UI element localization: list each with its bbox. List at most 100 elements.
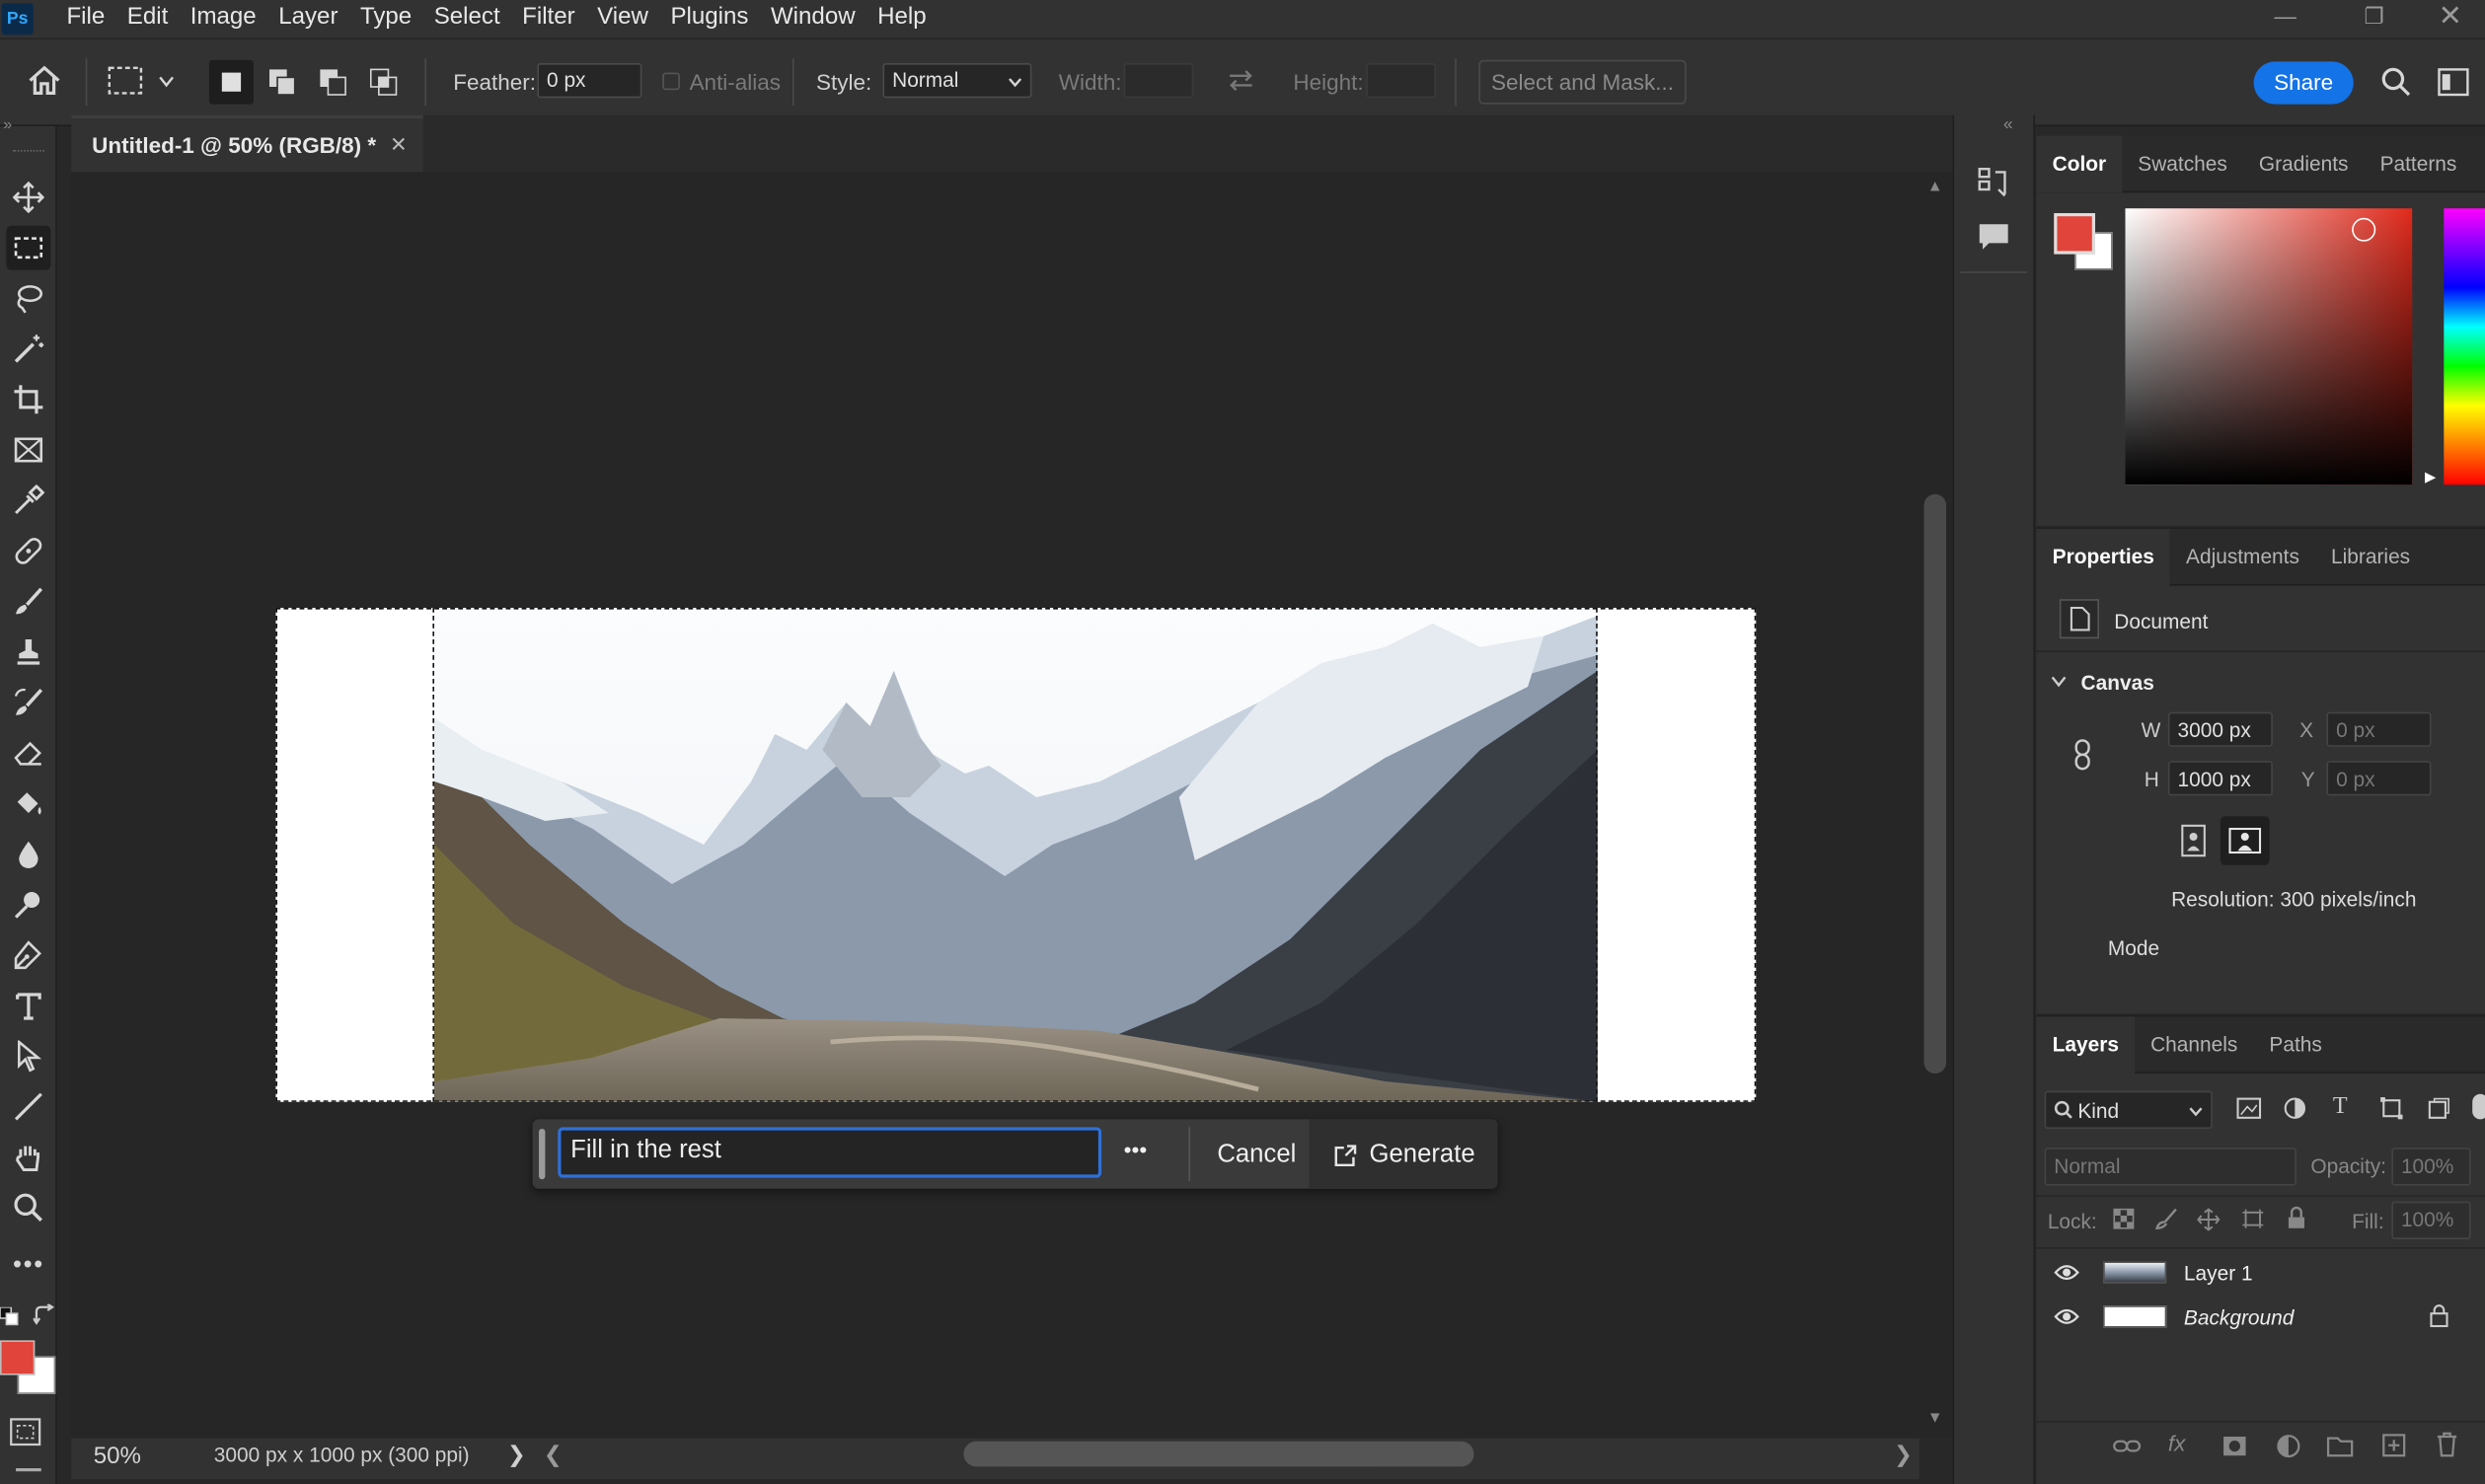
delete-layer-icon[interactable] <box>2436 1432 2457 1457</box>
layer-row[interactable]: Background <box>2037 1295 2485 1339</box>
link-layers-icon[interactable] <box>2113 1435 2142 1456</box>
cancel-button[interactable]: Cancel <box>1217 1142 1296 1170</box>
taskbar-grip[interactable] <box>539 1129 546 1180</box>
generative-fill-prompt-input[interactable]: Fill in the rest <box>558 1127 1102 1178</box>
toolbar-grip[interactable] <box>12 150 44 153</box>
document-info[interactable]: 3000 px x 1000 px (300 ppi) <box>214 1443 470 1466</box>
hand-tool[interactable] <box>6 1135 50 1179</box>
width-input[interactable] <box>1123 63 1194 99</box>
history-icon[interactable] <box>1977 166 2011 200</box>
frame-tool[interactable] <box>6 428 50 473</box>
subtract-from-selection-icon[interactable] <box>317 66 348 98</box>
lock-position-icon[interactable] <box>2197 1208 2221 1231</box>
eyedropper-tool[interactable] <box>6 479 50 523</box>
scroll-down-icon[interactable]: ▼ <box>1927 1410 1943 1428</box>
comments-icon[interactable] <box>1977 221 2011 256</box>
tab-swatches[interactable]: Swatches <box>2122 135 2243 192</box>
new-layer-icon[interactable] <box>2382 1434 2406 1457</box>
menu-help[interactable]: Help <box>866 0 938 37</box>
layer-row[interactable]: Layer 1 <box>2037 1250 2485 1295</box>
quick-mask-icon[interactable] <box>10 1418 41 1447</box>
menu-select[interactable]: Select <box>422 0 510 37</box>
fill-input[interactable]: 100% <box>2391 1201 2471 1239</box>
canvas-section-title[interactable]: Canvas <box>2081 671 2154 695</box>
type-layer-filter-icon[interactable]: T <box>2333 1094 2348 1121</box>
scroll-right-icon[interactable]: ❯ <box>1894 1442 1913 1468</box>
menu-layer[interactable]: Layer <box>267 0 349 37</box>
hue-slider-handle[interactable]: ▶ <box>2425 469 2436 486</box>
menu-edit[interactable]: Edit <box>116 0 180 37</box>
minimize-icon[interactable]: — <box>2254 0 2317 37</box>
swap-colors-icon[interactable] <box>33 1303 55 1326</box>
marquee-tool[interactable] <box>6 225 51 270</box>
intersect-selection-icon[interactable] <box>368 66 400 98</box>
menu-type[interactable]: Type <box>349 0 423 37</box>
tab-patterns[interactable]: Patterns <box>2365 135 2473 192</box>
more-tools-icon[interactable]: ••• <box>6 1244 50 1289</box>
chevron-down-icon[interactable] <box>159 76 175 89</box>
hue-slider[interactable] <box>2444 208 2485 485</box>
lock-artboard-icon[interactable] <box>2241 1208 2265 1229</box>
dodge-tool[interactable] <box>6 882 50 927</box>
zoom-tool[interactable] <box>6 1186 50 1230</box>
tab-color[interactable]: Color <box>2036 134 2123 192</box>
new-group-icon[interactable] <box>2326 1435 2354 1457</box>
lock-all-icon[interactable] <box>2286 1206 2307 1229</box>
menu-view[interactable]: View <box>586 0 659 37</box>
menu-window[interactable]: Window <box>760 0 866 37</box>
canvas-y-input[interactable]: 0 px <box>2326 761 2432 796</box>
generate-button[interactable]: Generate <box>1309 1119 1498 1189</box>
share-button[interactable]: Share <box>2253 61 2354 105</box>
restore-icon[interactable]: ❐ <box>2343 0 2406 37</box>
vertical-scroll-thumb[interactable] <box>1923 493 1947 1074</box>
history-brush-tool[interactable] <box>6 681 50 725</box>
eye-icon[interactable] <box>2054 1263 2079 1282</box>
tab-gradients[interactable]: Gradients <box>2243 135 2365 192</box>
layer-name[interactable]: Background <box>2184 1305 2294 1329</box>
canvas-height-input[interactable]: 1000 px <box>2167 761 2273 796</box>
scroll-up-icon[interactable]: ▲ <box>1927 179 1943 196</box>
filter-toggle[interactable] <box>2472 1093 2485 1120</box>
status-expand-icon[interactable]: ❯ <box>507 1442 526 1468</box>
screen-mode-icon[interactable] <box>16 1468 41 1472</box>
tab-properties[interactable]: Properties <box>2036 528 2170 585</box>
adjustment-layer-filter-icon[interactable] <box>2284 1097 2306 1119</box>
search-icon[interactable] <box>2380 66 2412 98</box>
menu-filter[interactable]: Filter <box>511 0 586 37</box>
lock-icon[interactable] <box>2430 1304 2448 1328</box>
type-tool[interactable] <box>6 984 50 1028</box>
clone-stamp-tool[interactable] <box>6 630 50 674</box>
tab-libraries[interactable]: Libraries <box>2315 528 2426 585</box>
healing-brush-tool[interactable] <box>6 529 50 573</box>
pixel-layer-filter-icon[interactable] <box>2236 1097 2262 1119</box>
default-colors-icon[interactable] <box>0 1306 19 1326</box>
close-tab-icon[interactable]: ✕ <box>390 132 408 158</box>
panel-toggle-icon[interactable] <box>2438 68 2469 97</box>
pen-tool[interactable] <box>6 933 50 978</box>
home-icon[interactable] <box>27 65 61 97</box>
layer-filter-kind[interactable]: Kind <box>2044 1090 2213 1129</box>
add-mask-icon[interactable] <box>2221 1435 2247 1456</box>
crop-tool[interactable] <box>6 377 50 421</box>
blur-tool[interactable] <box>6 832 50 876</box>
marquee-preset-icon[interactable] <box>108 66 143 95</box>
new-adjustment-layer-icon[interactable] <box>2276 1434 2301 1459</box>
eraser-tool[interactable] <box>6 731 50 776</box>
chevron-down-icon[interactable] <box>2051 676 2067 689</box>
lasso-tool[interactable] <box>6 276 50 321</box>
portrait-orientation-button[interactable] <box>2176 821 2211 862</box>
add-to-selection-icon[interactable] <box>266 66 298 98</box>
color-picker-handle[interactable] <box>2352 217 2376 242</box>
style-select[interactable]: Normal <box>882 63 1032 99</box>
foreground-color-swatch[interactable] <box>0 1340 36 1375</box>
lock-pixels-icon[interactable] <box>2155 1208 2177 1230</box>
feather-input[interactable]: 0 px <box>537 63 642 99</box>
path-selection-tool[interactable] <box>6 1034 50 1078</box>
close-window-icon[interactable]: ✕ <box>2419 0 2482 37</box>
fx-icon[interactable]: fx <box>2168 1431 2185 1456</box>
expand-toolbar-icon[interactable]: » <box>3 116 12 134</box>
brush-tool[interactable] <box>6 579 50 624</box>
layer-name[interactable]: Layer 1 <box>2184 1261 2253 1285</box>
tab-layers[interactable]: Layers <box>2036 1015 2136 1074</box>
magic-wand-tool[interactable] <box>6 327 50 371</box>
